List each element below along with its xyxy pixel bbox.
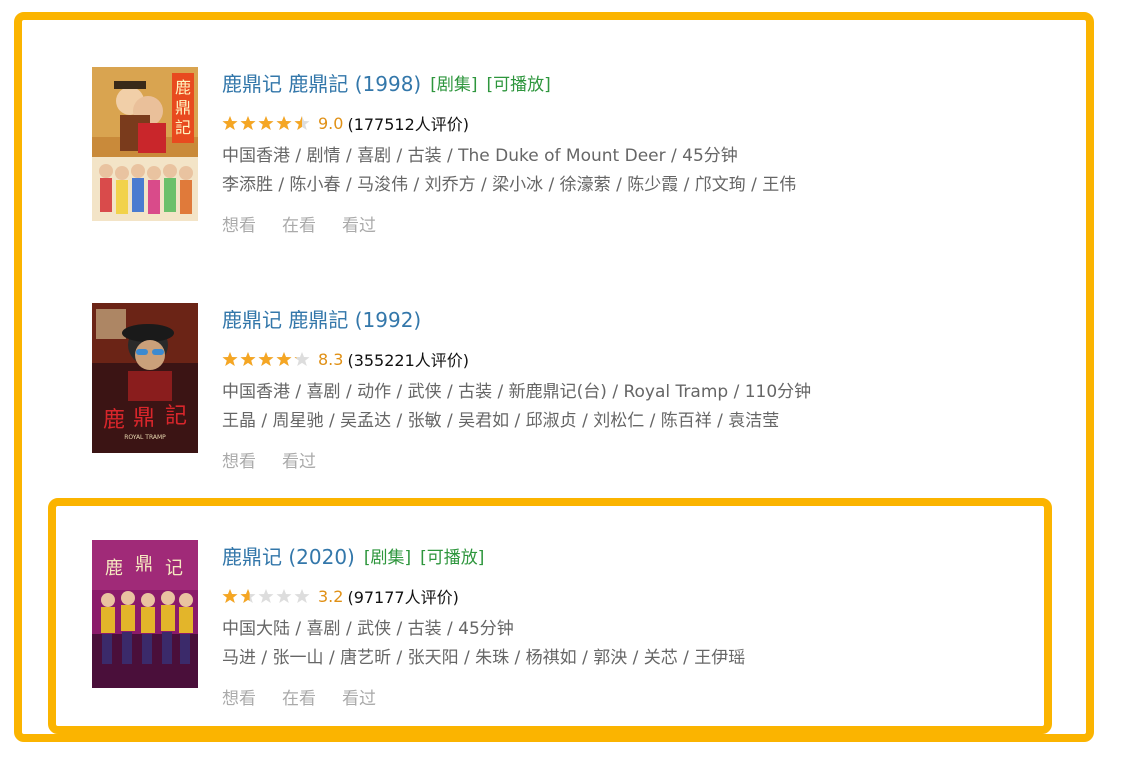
star-icon [240, 352, 256, 366]
action-watched[interactable]: 看过 [282, 447, 316, 472]
star-icon [240, 116, 256, 130]
svg-text:鼎: 鼎 [175, 98, 191, 117]
tag-series[interactable]: [剧集] [430, 70, 477, 95]
result-item-1992: 鹿 鼎 記 ROYAL TRAMP 鹿鼎记 鹿鼎記 (1992) 8.3 (35… [92, 303, 992, 473]
star-icon [294, 352, 310, 366]
star-icon [258, 116, 274, 130]
star-icon [222, 352, 238, 366]
result-item-1998: 鹿 鼎 記 鹿鼎记 鹿鼎記 (1998) [剧集] [可播放] 9.0 (177… [92, 67, 992, 237]
rating-stars [222, 115, 312, 131]
svg-text:ROYAL TRAMP: ROYAL TRAMP [124, 434, 166, 441]
svg-text:鹿: 鹿 [103, 408, 125, 433]
result-meta: 中国香港 / 剧情 / 喜剧 / 古装 / The Duke of Mount … [222, 146, 738, 166]
star-icon [276, 352, 292, 366]
rating-votes: (355221人评价) [347, 351, 470, 370]
star-icon [222, 116, 238, 130]
svg-text:記: 記 [175, 118, 191, 137]
tag-playable[interactable]: [可播放] [486, 70, 550, 95]
result-info: 鹿鼎记 鹿鼎記 (1992) 8.3 (355221人评价) 中国香港 / 喜剧… [222, 303, 992, 473]
rating-score: 8.3 [318, 349, 344, 369]
star-icon [258, 352, 274, 366]
rating-score: 9.0 [318, 113, 344, 133]
rating-votes: (177512人评价) [347, 115, 470, 134]
rating-stars [222, 351, 312, 367]
result-title-link[interactable]: 鹿鼎记 鹿鼎記 (1998) [222, 68, 421, 97]
star-icon [294, 116, 310, 130]
star-icon [276, 116, 292, 130]
result-info: 鹿鼎记 鹿鼎記 (1998) [剧集] [可播放] 9.0 (177512人评价… [222, 67, 992, 237]
svg-text:鹿: 鹿 [175, 78, 191, 97]
action-want-to-watch[interactable]: 想看 [222, 447, 256, 472]
highlight-frame-inner [48, 498, 1052, 734]
result-title-link[interactable]: 鹿鼎记 鹿鼎記 (1992) [222, 304, 421, 333]
poster-1998[interactable]: 鹿 鼎 記 [92, 67, 198, 221]
action-watching[interactable]: 在看 [282, 211, 316, 236]
action-want-to-watch[interactable]: 想看 [222, 211, 256, 236]
result-meta: 中国香港 / 喜剧 / 动作 / 武侠 / 古装 / 新鹿鼎记(台) / Roy… [222, 382, 812, 402]
result-cast: 李添胜 / 陈小春 / 马浚伟 / 刘乔方 / 梁小冰 / 徐濠萦 / 陈少霞 … [222, 175, 797, 195]
result-cast: 王晶 / 周星驰 / 吴孟达 / 张敏 / 吴君如 / 邱淑贞 / 刘松仁 / … [222, 411, 780, 431]
svg-text:記: 記 [165, 404, 187, 429]
poster-1992[interactable]: 鹿 鼎 記 ROYAL TRAMP [92, 303, 198, 453]
svg-text:鼎: 鼎 [133, 406, 155, 431]
action-watched[interactable]: 看过 [342, 211, 376, 236]
